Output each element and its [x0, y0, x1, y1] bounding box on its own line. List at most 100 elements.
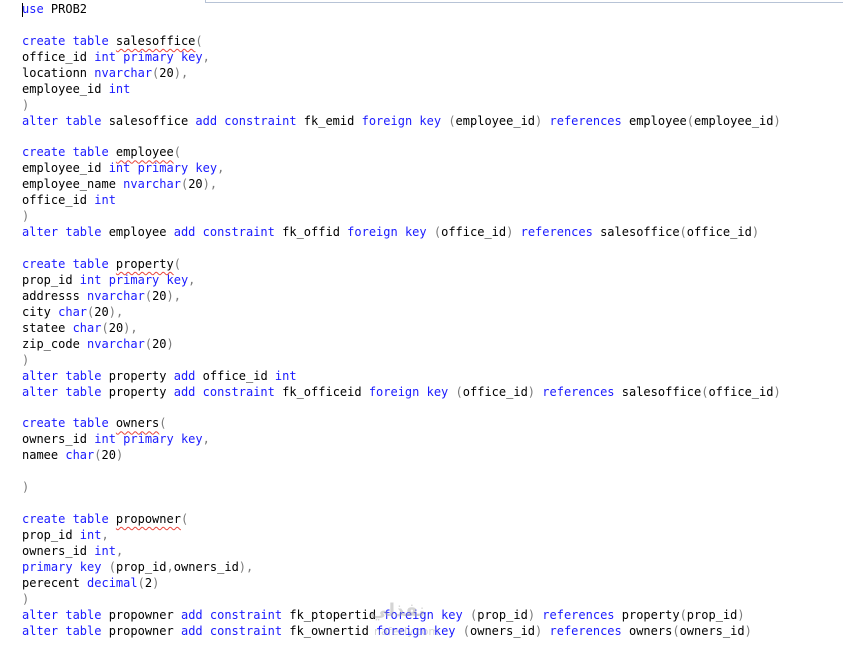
code-line[interactable]: use PROB2 — [22, 2, 781, 18]
code-punctuation: ( — [108, 559, 116, 574]
code-identifier: perecent — [22, 575, 88, 590]
code-line[interactable]: addresss nvarchar(20), — [22, 289, 781, 305]
code-line[interactable]: perecent decimal(2) — [22, 576, 781, 592]
code-punctuation: ) — [166, 336, 174, 351]
code-identifier — [542, 114, 549, 128]
code-identifier: owners_id — [679, 623, 745, 638]
code-lines[interactable]: use PROB2 create table salesoffice(offic… — [22, 2, 781, 640]
watermark-text: نفذلي — [370, 600, 426, 621]
code-keyword: char — [72, 320, 102, 335]
code-line[interactable]: city char(20), — [22, 305, 781, 321]
code-line[interactable] — [22, 130, 781, 146]
code-line[interactable]: create table employee( — [22, 145, 781, 161]
code-line[interactable]: employee_id int primary key, — [22, 161, 781, 177]
code-line[interactable] — [22, 18, 781, 34]
code-keyword: int primary key — [108, 161, 218, 176]
code-line[interactable]: alter table salesoffice add constraint f… — [22, 114, 781, 130]
code-line[interactable]: prop_id int primary key, — [22, 273, 781, 289]
code-line[interactable] — [22, 464, 781, 480]
code-line[interactable]: alter table property add office_id int — [22, 369, 781, 385]
code-line[interactable]: office_id int — [22, 193, 781, 209]
code-identifier: office_id — [22, 193, 95, 208]
code-punctuation: ( — [144, 288, 153, 303]
code-line[interactable]: locationn nvarchar(20), — [22, 66, 781, 82]
code-identifier: employee_name — [22, 177, 124, 192]
code-line[interactable]: ) — [22, 353, 781, 369]
code-identifier: owners_id — [22, 543, 95, 558]
code-identifier — [513, 225, 520, 239]
code-punctuation: ), — [108, 304, 124, 319]
code-identifier: fk_ownertid — [282, 623, 377, 638]
code-line[interactable]: alter table property add constraint fk_o… — [22, 385, 781, 401]
code-line[interactable] — [22, 400, 781, 416]
code-keyword: primary key — [22, 559, 102, 574]
code-line[interactable]: ) — [22, 209, 781, 225]
code-keyword: char — [58, 304, 88, 319]
code-keyword: int — [274, 368, 297, 383]
code-identifier: employee_id — [455, 113, 536, 128]
code-punctuation: , — [188, 272, 196, 287]
code-identifier: owners_id — [470, 623, 536, 638]
code-keyword: alter table — [22, 113, 102, 128]
code-punctuation: , — [115, 543, 124, 558]
code-punctuation: ) — [737, 607, 745, 622]
code-identifier — [448, 385, 455, 399]
code-keyword: add constraint — [180, 607, 283, 622]
code-keyword: create table — [22, 145, 116, 160]
code-punctuation: ), — [202, 177, 218, 192]
code-identifier: prop_id — [686, 607, 738, 622]
code-line[interactable]: create table property( — [22, 257, 781, 273]
code-line[interactable]: ) — [22, 480, 781, 496]
code-punctuation: ) — [22, 352, 30, 367]
code-line[interactable] — [22, 496, 781, 512]
code-line[interactable] — [22, 241, 781, 257]
code-identifier: property — [101, 384, 174, 399]
code-line[interactable]: ) — [22, 98, 781, 114]
code-identifier: office_id — [708, 384, 774, 399]
code-identifier: salesoffice — [592, 225, 680, 240]
code-punctuation: ( — [94, 448, 102, 463]
code-line[interactable]: owners_id int primary key, — [22, 432, 781, 448]
code-punctuation: , — [217, 161, 225, 176]
code-line[interactable]: create table salesoffice( — [22, 34, 781, 50]
code-line[interactable]: alter table employee add constraint fk_o… — [22, 225, 781, 241]
code-identifier: fk_emid — [296, 113, 362, 128]
code-line[interactable]: namee char(20) — [22, 448, 781, 464]
code-number: 20 — [101, 448, 116, 463]
code-punctuation: ( — [144, 336, 153, 351]
code-keyword: references — [549, 113, 622, 128]
code-identifier: owners — [621, 623, 673, 638]
code-punctuation: ) — [773, 384, 781, 399]
code-identifier: owners_id — [22, 432, 95, 447]
code-identifier: owners_id — [173, 559, 239, 574]
watermark-url: nafezly.com — [374, 625, 440, 638]
code-keyword: nvarchar — [87, 288, 145, 303]
code-line[interactable]: owners_id int, — [22, 544, 781, 560]
code-line[interactable]: prop_id int, — [22, 528, 781, 544]
code-line[interactable]: create table owners( — [22, 416, 781, 432]
code-punctuation: ( — [180, 512, 189, 526]
code-line[interactable]: create table propowner( — [22, 512, 781, 528]
code-line[interactable]: zip_code nvarchar(20) — [22, 337, 781, 353]
code-number: 20 — [159, 65, 174, 80]
code-line[interactable]: statee char(20), — [22, 321, 781, 337]
code-identifier: zip_code — [22, 336, 88, 351]
code-keyword: add constraint — [173, 225, 275, 240]
code-identifier: employee — [101, 225, 174, 240]
code-identifier: office_id — [441, 225, 507, 240]
code-punctuation: ) — [152, 575, 160, 590]
code-punctuation: ) — [22, 591, 30, 606]
code-identifier-error: propowner — [115, 512, 181, 526]
code-identifier-error: salesoffice — [115, 33, 196, 48]
code-keyword: foreign key — [347, 225, 427, 240]
code-punctuation: ) — [22, 97, 30, 112]
code-keyword: int primary key — [79, 272, 189, 287]
sql-editor[interactable]: use PROB2 create table salesoffice(offic… — [0, 0, 843, 650]
code-line[interactable]: office_id int primary key, — [22, 50, 781, 66]
code-identifier — [542, 624, 549, 638]
code-identifier: property — [614, 607, 680, 622]
code-line[interactable]: employee_id int — [22, 82, 781, 98]
code-line[interactable]: employee_name nvarchar(20), — [22, 177, 781, 193]
code-keyword: nvarchar — [87, 336, 145, 351]
code-line[interactable]: primary key (prop_id,owners_id), — [22, 560, 781, 576]
